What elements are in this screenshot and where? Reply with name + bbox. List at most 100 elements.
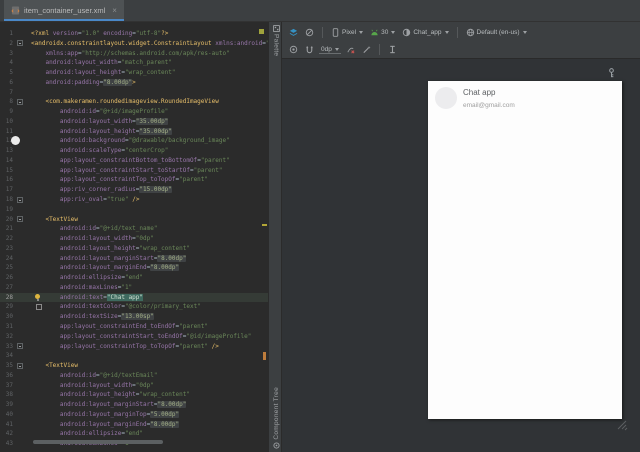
code-line[interactable]: 24 android:layout_marginStart="8.00dp" bbox=[0, 254, 268, 264]
code-line[interactable]: 36 android:id="@+id/textEmail" bbox=[0, 371, 268, 381]
code-text[interactable]: android:layout_width="0dp" bbox=[24, 381, 268, 391]
code-text[interactable]: android:layout_width="0dp" bbox=[24, 234, 268, 244]
code-text[interactable]: <androidx.constraintlayout.widget.Constr… bbox=[24, 39, 268, 49]
code-line[interactable]: 39 android:layout_marginStart="8.00dp" bbox=[0, 400, 268, 410]
code-line[interactable]: 10 android:layout_width="35.00dp" bbox=[0, 117, 268, 127]
palette-tab[interactable]: Palette bbox=[269, 25, 283, 56]
code-text[interactable] bbox=[24, 88, 268, 98]
component-tree-tab[interactable]: Component Tree bbox=[269, 387, 283, 449]
code-line[interactable]: 6 android:padding="8.00dp"> bbox=[0, 78, 268, 88]
code-text[interactable]: android:layout_height="wrap_content" bbox=[24, 244, 268, 254]
code-text[interactable]: android:layout_marginTop="5.00dp" bbox=[24, 410, 268, 420]
infer-constraints-button[interactable] bbox=[360, 45, 373, 54]
code-line[interactable]: 20 <TextView bbox=[0, 215, 268, 225]
device-selector[interactable]: Pixel bbox=[329, 28, 365, 37]
code-line[interactable]: 14 app:layout_constraintBottom_toBottomO… bbox=[0, 156, 268, 166]
code-line[interactable]: 26 android:ellipsize="end" bbox=[0, 273, 268, 283]
code-text[interactable]: android:background="@drawable/background… bbox=[24, 136, 268, 146]
code-line[interactable]: 21 android:id="@+id/text_name" bbox=[0, 224, 268, 234]
code-line[interactable]: 9 android:id="@+id/imageProfile" bbox=[0, 107, 268, 117]
code-line[interactable]: 35 <TextView bbox=[0, 361, 268, 371]
code-line[interactable]: 7 bbox=[0, 88, 268, 98]
code-text[interactable]: app:riv_corner_radius="15.00dp" bbox=[24, 185, 268, 195]
code-text[interactable]: android:ellipsize="end" bbox=[24, 273, 268, 283]
code-line[interactable]: 28 android:text="Chat app" bbox=[0, 292, 268, 303]
intention-bulb-icon[interactable] bbox=[35, 293, 40, 301]
code-line[interactable]: 12 android:background="@drawable/backgro… bbox=[0, 136, 268, 146]
code-text[interactable]: android:id="@+id/text_name" bbox=[24, 224, 268, 234]
code-line[interactable]: 29 android:textColor="@color/primary_tex… bbox=[0, 302, 268, 312]
error-stripe-mark[interactable] bbox=[262, 224, 267, 226]
code-text[interactable]: android:layout_width="35.00dp" bbox=[24, 117, 268, 127]
code-text[interactable]: android:layout_width="match_parent" bbox=[24, 58, 268, 68]
horizontal-scrollbar[interactable] bbox=[33, 440, 163, 444]
code-line[interactable]: 32 app:layout_constraintStart_toEndOf="@… bbox=[0, 332, 268, 342]
code-line[interactable]: 27 android:maxLines="1" bbox=[0, 283, 268, 293]
code-text[interactable]: android:layout_marginStart="8.00dp" bbox=[24, 400, 268, 410]
code-text[interactable]: android:layout_height="35.00dp" bbox=[24, 127, 268, 137]
code-text[interactable]: <TextView bbox=[24, 361, 268, 371]
error-stripe-mark[interactable] bbox=[263, 352, 266, 360]
code-line[interactable]: 1 <?xml version="1.0" encoding="utf-8"?> bbox=[0, 29, 268, 39]
code-line[interactable]: 19 bbox=[0, 205, 268, 215]
code-text[interactable]: android:text="Chat app" bbox=[24, 293, 268, 303]
fold-icon[interactable] bbox=[17, 98, 23, 105]
tab-item-container-user-xml[interactable]: item_container_user.xml × bbox=[4, 0, 124, 21]
code-line[interactable]: 23 android:layout_height="wrap_content" bbox=[0, 244, 268, 254]
code-line[interactable]: 3 xmlns:app="http://schemas.android.com/… bbox=[0, 49, 268, 59]
code-text[interactable]: android:layout_height="wrap_content" bbox=[24, 68, 268, 78]
code-text[interactable]: android:layout_marginStart="8.00dp" bbox=[24, 254, 268, 264]
code-line[interactable]: 22 android:layout_width="0dp" bbox=[0, 234, 268, 244]
fold-icon[interactable] bbox=[17, 362, 23, 369]
code-line[interactable]: 4 android:layout_width="match_parent" bbox=[0, 58, 268, 68]
code-line[interactable]: 17 app:riv_corner_radius="15.00dp" bbox=[0, 185, 268, 195]
code-line[interactable]: 5 android:layout_height="wrap_content" bbox=[0, 68, 268, 78]
code-text[interactable]: app:riv_oval="true" /> bbox=[24, 195, 268, 205]
code-text[interactable]: android:scaleType="centerCrop" bbox=[24, 146, 268, 156]
code-text[interactable]: <TextView bbox=[24, 215, 268, 225]
code-text[interactable]: <com.makeramen.roundedimageview.RoundedI… bbox=[24, 97, 268, 107]
code-text[interactable]: android:id="@+id/textEmail" bbox=[24, 371, 268, 381]
code-text[interactable]: app:layout_constraintEnd_toEndOf="parent… bbox=[24, 322, 268, 332]
code-line[interactable]: 33 app:layout_constraintTop_toTopOf="par… bbox=[0, 342, 268, 352]
inspection-indicator[interactable] bbox=[259, 29, 264, 34]
design-canvas[interactable]: Chat app email@gmail.com bbox=[282, 59, 640, 452]
code-text[interactable]: app:layout_constraintStart_toStartOf="pa… bbox=[24, 166, 268, 176]
fold-icon[interactable] bbox=[17, 196, 23, 203]
code-text[interactable]: android:layout_marginEnd="8.00dp" bbox=[24, 420, 268, 430]
code-text[interactable] bbox=[24, 205, 268, 215]
code-text[interactable]: xmlns:app="http://schemas.android.com/ap… bbox=[24, 49, 268, 59]
code-text[interactable]: android:textSize="13.00sp" bbox=[24, 312, 268, 322]
code-text[interactable]: android:textColor="@color/primary_text" bbox=[24, 302, 268, 312]
code-line[interactable]: 15 app:layout_constraintStart_toStartOf=… bbox=[0, 166, 268, 176]
tab-close-icon[interactable]: × bbox=[112, 6, 117, 15]
code-line[interactable]: 38 android:layout_height="wrap_content" bbox=[0, 390, 268, 400]
autoconnect-button[interactable] bbox=[303, 45, 316, 54]
code-text[interactable]: android:id="@+id/imageProfile" bbox=[24, 107, 268, 117]
code-line[interactable]: 41 android:layout_marginEnd="8.00dp" bbox=[0, 420, 268, 430]
orientation-button[interactable] bbox=[303, 28, 316, 37]
code-line[interactable]: 11 android:layout_height="35.00dp" bbox=[0, 127, 268, 137]
locale-selector[interactable]: Default (en-us) bbox=[464, 28, 529, 37]
code-lines-container[interactable]: 1 <?xml version="1.0" encoding="utf-8"?> 2… bbox=[0, 29, 268, 449]
code-line[interactable]: 18 app:riv_oval="true" /> bbox=[0, 195, 268, 205]
code-text[interactable]: app:layout_constraintTop_toTopOf="parent… bbox=[24, 175, 268, 185]
code-line[interactable]: 42 android:ellipsize="end" bbox=[0, 429, 268, 439]
code-text[interactable]: android:layout_marginEnd="8.00dp" bbox=[24, 263, 268, 273]
canvas-resize-handle[interactable] bbox=[614, 417, 628, 431]
color-swatch-icon[interactable] bbox=[36, 303, 42, 310]
theme-selector[interactable]: Chat_app bbox=[400, 28, 450, 37]
code-text[interactable]: app:layout_constraintBottom_toBottomOf="… bbox=[24, 156, 268, 166]
code-line[interactable]: 8 <com.makeramen.roundedimageview.Rounde… bbox=[0, 97, 268, 107]
default-margins-selector[interactable]: 0dp bbox=[319, 46, 341, 54]
fold-icon[interactable] bbox=[17, 40, 23, 47]
code-line[interactable]: 2 <androidx.constraintlayout.widget.Const… bbox=[0, 39, 268, 49]
code-text[interactable] bbox=[24, 351, 268, 361]
guidelines-button[interactable] bbox=[386, 45, 399, 54]
clear-constraints-button[interactable] bbox=[344, 45, 357, 54]
api-level-selector[interactable]: 30 bbox=[368, 28, 397, 37]
code-text[interactable]: <?xml version="1.0" encoding="utf-8"?> bbox=[24, 29, 268, 39]
code-line[interactable]: 16 app:layout_constraintTop_toTopOf="par… bbox=[0, 175, 268, 185]
design-surface-button[interactable] bbox=[287, 28, 300, 37]
code-text[interactable]: app:layout_constraintStart_toEndOf="@id/… bbox=[24, 332, 268, 342]
